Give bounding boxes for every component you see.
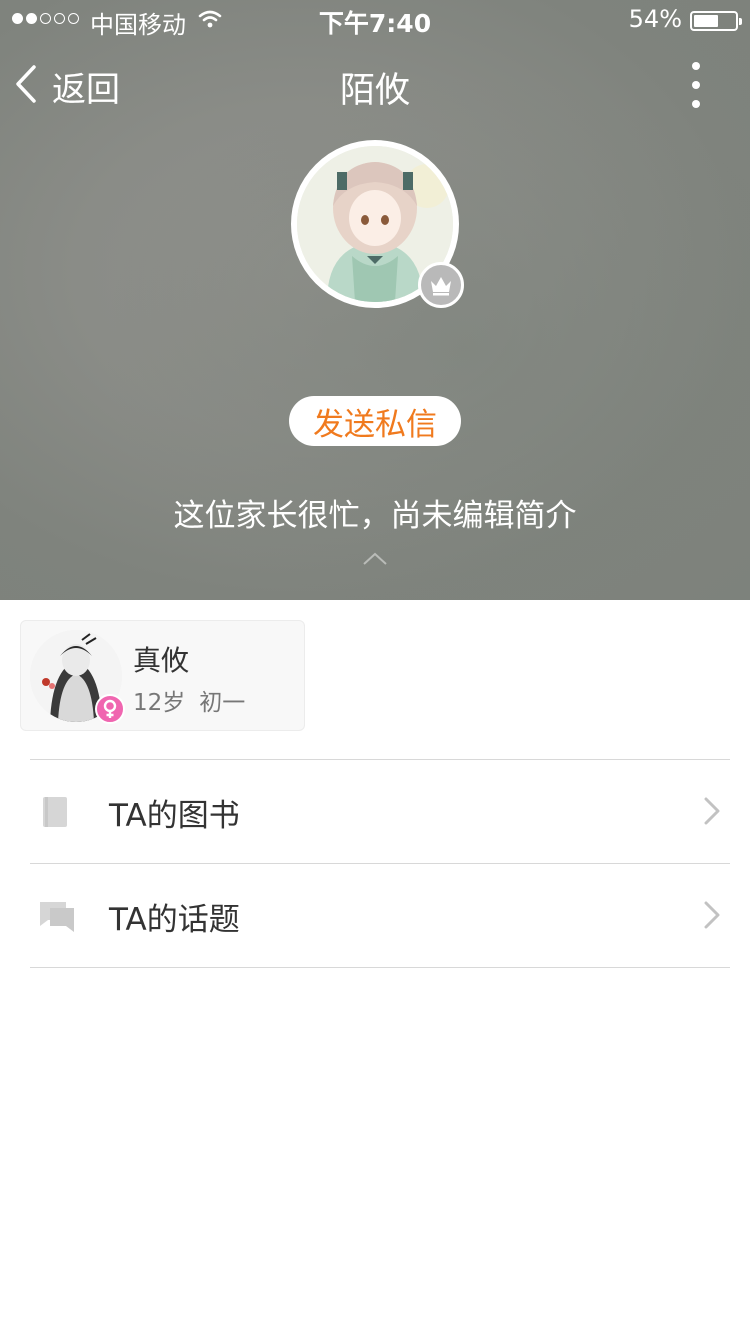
child-info: 12岁 初一 [133, 683, 245, 717]
status-bar: 中国移动 下午7:40 54% [0, 0, 750, 40]
child-name: 真攸 [133, 644, 190, 677]
menu-item-topics[interactable]: TA的话题 [30, 863, 730, 967]
chevron-up-icon[interactable] [362, 550, 388, 570]
profile-avatar-group[interactable] [291, 140, 464, 308]
navigation-bar: 返回 陌攸 [0, 50, 750, 120]
profile-header: 中国移动 下午7:40 54% 返回 陌攸 发送私信 这位家长很忙，尚未编辑简介 [0, 0, 750, 600]
child-grade: 初一 [199, 690, 246, 716]
more-options-icon[interactable] [682, 62, 710, 108]
chevron-right-icon [704, 901, 720, 933]
battery-icon [690, 11, 742, 31]
menu-item-label: TA的图书 [109, 798, 240, 834]
female-gender-icon [95, 694, 125, 724]
page-title: 陌攸 [339, 71, 410, 111]
menu-item-books[interactable]: TA的图书 [30, 759, 730, 863]
send-message-button[interactable]: 发送私信 [289, 396, 461, 446]
divider [30, 967, 730, 968]
child-age: 12岁 [133, 690, 186, 716]
battery-percentage: 54% [628, 5, 682, 33]
crown-badge-icon [418, 262, 464, 308]
topics-icon [36, 896, 76, 936]
chevron-right-icon [704, 797, 720, 829]
book-icon [36, 792, 76, 832]
menu-item-label: TA的话题 [109, 902, 240, 938]
child-card[interactable]: 真攸 12岁 初一 [20, 620, 305, 731]
profile-bio: 这位家长很忙，尚未编辑简介 [173, 498, 577, 534]
